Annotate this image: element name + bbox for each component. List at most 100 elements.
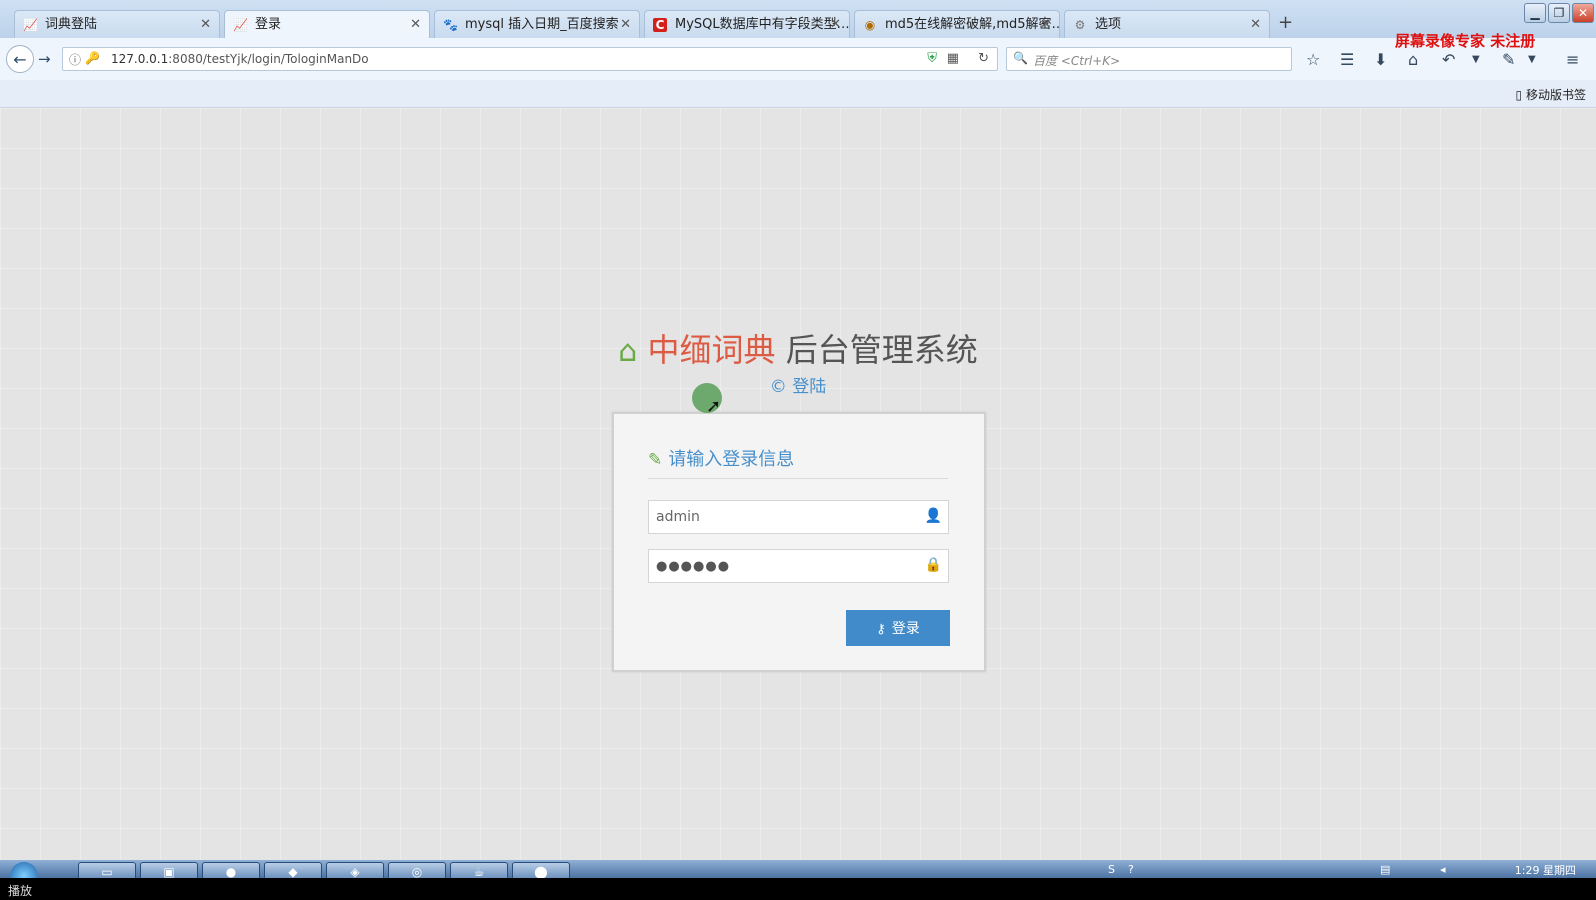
search-icon: 🔍: [1013, 51, 1028, 65]
tab-label: 登录: [255, 17, 282, 32]
recorder-watermark: 屏幕录像专家 未注册: [1395, 32, 1536, 50]
shield-icon[interactable]: ⛨: [927, 51, 937, 66]
start-button[interactable]: [10, 862, 38, 878]
tab-mysql-search[interactable]: 🐾 mysql 插入日期_百度搜索 ✕: [434, 10, 640, 38]
tab-label: 选项: [1095, 17, 1122, 32]
player-bar: 播放: [0, 878, 1596, 900]
close-icon[interactable]: ✕: [830, 11, 841, 38]
username-input[interactable]: admin 👤: [648, 500, 949, 534]
taskbar-app-3[interactable]: ◈: [326, 862, 384, 878]
app-icon: ▣: [163, 865, 175, 878]
bookmark-bar: ▯ 移动版书签: [0, 80, 1596, 108]
taskbar-app-1[interactable]: ▣: [140, 862, 198, 878]
home-icon: ⌂: [618, 334, 638, 369]
key-icon: ⚷: [876, 622, 886, 637]
taskbar-java-ide[interactable]: ☕: [450, 862, 508, 878]
close-icon[interactable]: ✕: [1040, 11, 1051, 38]
search-placeholder: 百度 <Ctrl+K>: [1033, 54, 1121, 68]
tab-md5[interactable]: ◉ md5在线解密破解,md5解密… ✕: [854, 10, 1060, 38]
menu-icon[interactable]: ≡: [1566, 52, 1579, 68]
home-icon[interactable]: ⌂: [1408, 52, 1418, 68]
tab-label: md5在线解密破解,md5解密…: [885, 17, 1060, 32]
taskbar-clock[interactable]: 1:29 星期四: [1515, 862, 1576, 878]
baidu-paw-icon: 🐾: [443, 18, 458, 32]
chevron-down-icon[interactable]: ▼: [1472, 52, 1480, 68]
close-icon[interactable]: ✕: [1250, 11, 1261, 38]
md5-logo-icon: ◉: [864, 18, 876, 32]
taskbar-explorer[interactable]: ▭: [78, 862, 136, 878]
network-icon[interactable]: ▤: [1380, 863, 1390, 876]
arrow-left-icon: ←: [13, 50, 27, 69]
mobile-bookmarks[interactable]: ▯ 移动版书签: [1516, 86, 1586, 103]
close-window-button[interactable]: ✕: [1572, 3, 1594, 23]
tab-options[interactable]: ⚙ 选项 ✕: [1064, 10, 1270, 38]
brand-name: 中缅词典: [647, 331, 776, 369]
chart-icon: 📈: [233, 18, 248, 32]
arrow-right-icon: →: [38, 50, 51, 68]
login-button-label: 登录: [891, 621, 920, 637]
reader-list-icon[interactable]: ☰: [1340, 52, 1354, 68]
page-content: ⌂ 中缅词典 后台管理系统 © 登陆 ✎ 请输入登录信息 admin 👤 ●●●●…: [0, 108, 1596, 860]
reload-icon[interactable]: ↻: [978, 51, 989, 66]
login-subtitle: © 登陆: [769, 377, 827, 397]
extension-icon[interactable]: ✎: [1502, 52, 1515, 68]
lock-icon: 🔒: [924, 557, 942, 573]
address-bar[interactable]: ⓘ 🔑 127.0.0.1:8080/testYjk/login/Tologin…: [62, 47, 998, 71]
tab-label: mysql 插入日期_百度搜索: [465, 17, 619, 32]
taskbar: ▭ ▣ ● ◆ ◈ ◎ ☕ ⬤ S ? ▤ ◂ 1:29 星期四: [0, 860, 1596, 878]
tray-icon[interactable]: S: [1108, 863, 1115, 876]
chrome-icon: ◎: [411, 865, 423, 878]
taskbar-firefox[interactable]: ●: [202, 862, 260, 878]
taskbar-chrome[interactable]: ◎: [388, 862, 446, 878]
mouse-cursor-icon: ➚: [706, 396, 722, 417]
close-icon[interactable]: ✕: [620, 11, 631, 38]
page-title: ⌂ 中缅词典 后台管理系统: [0, 330, 1596, 372]
pencil-icon: ✎: [648, 450, 663, 470]
password-value: ●●●●●●: [656, 559, 731, 574]
info-icon[interactable]: ⓘ: [69, 51, 81, 68]
close-icon[interactable]: ✕: [200, 11, 211, 38]
password-input[interactable]: ●●●●●● 🔒: [648, 549, 949, 583]
taskbar-recorder[interactable]: ⬤: [512, 862, 570, 878]
username-value: admin: [656, 509, 700, 525]
login-button[interactable]: ⚷ 登录: [846, 610, 950, 646]
login-heading: ✎ 请输入登录信息: [648, 448, 948, 479]
forward-button[interactable]: →: [38, 50, 51, 68]
phone-icon: ▯: [1515, 88, 1523, 102]
help-icon[interactable]: ?: [1128, 863, 1134, 876]
taskbar-app-2[interactable]: ◆: [264, 862, 322, 878]
app-icon: ◈: [350, 865, 360, 878]
folder-icon: ▭: [101, 865, 113, 878]
qr-code-icon[interactable]: ▦: [947, 51, 959, 66]
url-text[interactable]: 127.0.0.1:8080/testYjk/login/TologinManD…: [111, 52, 369, 66]
volume-icon[interactable]: ◂: [1440, 863, 1446, 876]
mobile-bookmarks-label: 移动版书签: [1525, 88, 1586, 102]
java-icon: ☕: [473, 865, 485, 878]
tab-mysql-field-types[interactable]: C MySQL数据库中有字段类型… ✕: [644, 10, 850, 38]
tab-label: 词典登陆: [45, 17, 98, 32]
navigation-toolbar: ← → ⓘ 🔑 127.0.0.1:8080/testYjk/login/Tol…: [0, 38, 1596, 81]
url-host: 127.0.0.1: [111, 52, 169, 66]
recorder-icon: ⬤: [534, 865, 548, 878]
restore-button[interactable]: ❐: [1548, 3, 1570, 23]
search-box[interactable]: 🔍 百度 <Ctrl+K>: [1006, 47, 1292, 71]
login-box: ✎ 请输入登录信息 admin 👤 ●●●●●● 🔒 ⚷ 登录: [612, 412, 986, 672]
tab-bar: 📈 词典登陆 ✕ 📈 登录 ✕ 🐾 mysql 插入日期_百度搜索 ✕ C My…: [0, 0, 1596, 38]
url-path: :8080/testYjk/login/TologinManDo: [168, 52, 369, 66]
login-heading-text: 请输入登录信息: [668, 449, 795, 470]
chevron-down-icon[interactable]: ▼: [1528, 52, 1536, 68]
back-button[interactable]: ←: [6, 45, 34, 73]
gear-icon: ⚙: [1074, 18, 1086, 32]
download-icon[interactable]: ⬇: [1374, 52, 1387, 68]
new-tab-button[interactable]: +: [1278, 12, 1293, 33]
play-label[interactable]: 播放: [8, 882, 32, 899]
bookmark-star-icon[interactable]: ☆: [1306, 52, 1320, 68]
key-icon[interactable]: 🔑: [85, 51, 100, 65]
tab-dictionary-login[interactable]: 📈 词典登陆 ✕: [14, 10, 220, 38]
tab-login[interactable]: 📈 登录 ✕: [224, 10, 430, 38]
undo-icon[interactable]: ↶: [1442, 52, 1455, 68]
minimize-button[interactable]: ▁: [1524, 3, 1546, 23]
close-icon[interactable]: ✕: [410, 11, 421, 38]
tab-label: MySQL数据库中有字段类型…: [675, 17, 850, 32]
chart-icon: 📈: [23, 18, 38, 32]
